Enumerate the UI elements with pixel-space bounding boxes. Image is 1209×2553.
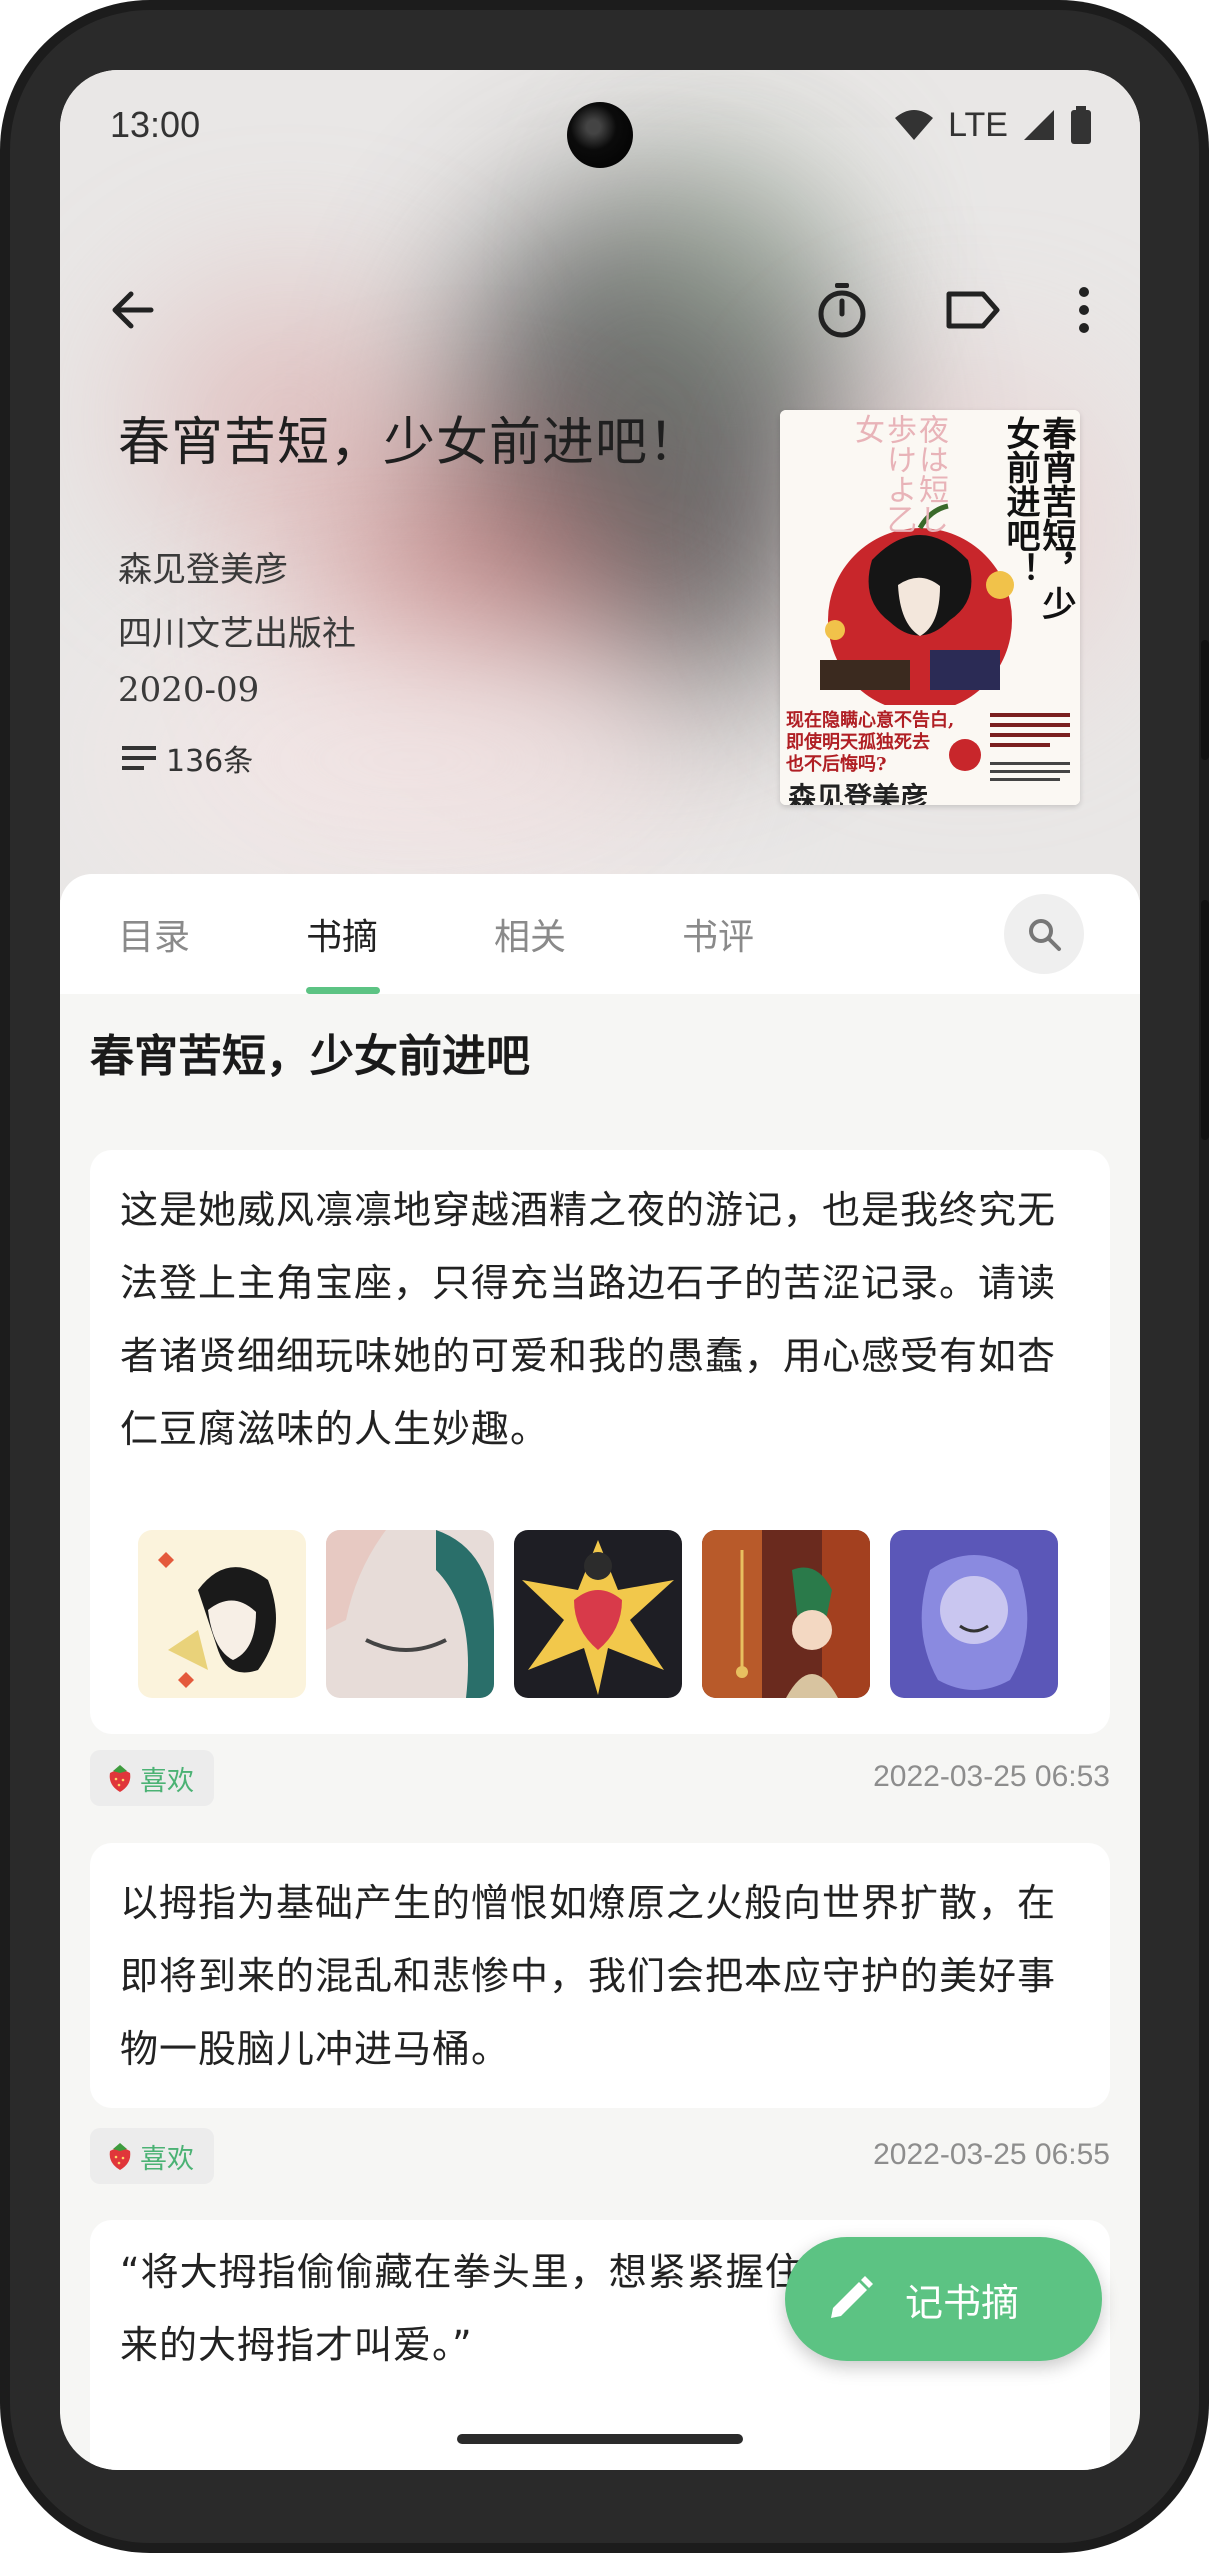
stopwatch-icon[interactable] — [806, 274, 878, 346]
excerpt-image[interactable] — [326, 1530, 494, 1698]
book-author[interactable]: 森见登美彦 — [118, 542, 288, 591]
tab-related[interactable]: 相关 — [494, 874, 566, 994]
tab-bar: 目录 书摘 相关 书评 — [60, 874, 1140, 994]
status-icons: LTE — [894, 106, 1092, 145]
side-button — [1201, 640, 1209, 760]
excerpt-card[interactable]: 这是她威风凛凛地穿越酒精之夜的游记，也是我终究无法登上主角宝座，只得充当路边石子… — [90, 1150, 1110, 1734]
volume-button — [1201, 900, 1209, 1140]
label-tag-icon[interactable] — [936, 274, 1008, 346]
book-title: 春宵苦短，少女前进吧！ — [118, 413, 702, 473]
toolbar — [60, 260, 1140, 360]
device-frame: 13:00 LTE 春宵苦短，少女前进吧！ 森见登美彦 四川文艺出版社 2020… — [0, 0, 1209, 2553]
cover-author: 森见登美彦 — [788, 781, 929, 805]
excerpt-image[interactable] — [514, 1530, 682, 1698]
more-vert-icon[interactable] — [1048, 274, 1120, 346]
excerpt-image[interactable] — [138, 1530, 306, 1698]
book-cover[interactable]: 春宵苦短，少女前进吧！ 夜は短し歩けよ乙女 现在隐瞒心意不告白, 即使明天孤独死… — [780, 410, 1080, 805]
network-type: LTE — [948, 105, 1008, 144]
strawberry-icon — [109, 1765, 131, 1792]
screen: 13:00 LTE 春宵苦短，少女前进吧！ 森见登美彦 四川文艺出版社 2020… — [60, 70, 1140, 2470]
section-title: 春宵苦短，少女前进吧 — [90, 1031, 530, 1082]
book-date: 2020-09 — [118, 670, 260, 710]
like-label: 喜欢 — [140, 2143, 194, 2175]
book-publisher: 四川文艺出版社 — [118, 614, 356, 654]
like-label: 喜欢 — [140, 1765, 194, 1797]
cover-blurb-line3: 也不后悔吗? — [786, 754, 887, 775]
like-badge[interactable]: 喜欢 — [90, 2128, 214, 2184]
like-badge[interactable]: 喜欢 — [90, 1750, 214, 1806]
signal-icon — [1024, 110, 1054, 140]
cover-title-vertical: 春宵苦短，少女前进吧！ — [1000, 416, 1076, 620]
excerpt-meta: 喜欢 2022-03-25 06:53 — [90, 1750, 1110, 1806]
excerpt-card[interactable]: 以拇指为基础产生的憎恨如燎原之火般向世界扩散，在即将到来的混乱和悲惨中，我们会把… — [90, 1843, 1110, 2108]
search-button[interactable] — [1004, 894, 1084, 974]
front-camera — [567, 102, 633, 168]
tab-excerpts[interactable]: 书摘 — [306, 874, 378, 994]
strawberry-icon — [109, 2143, 131, 2170]
excerpt-image[interactable] — [702, 1530, 870, 1698]
excerpt-timestamp: 2022-03-25 06:53 — [873, 1760, 1110, 1793]
excerpt-images — [138, 1530, 1058, 1698]
excerpt-timestamp: 2022-03-25 06:55 — [873, 2138, 1110, 2171]
home-indicator[interactable] — [457, 2434, 743, 2444]
add-excerpt-label: 记书摘 — [905, 2280, 1020, 2325]
status-time: 13:00 — [110, 104, 201, 145]
excerpt-count-label: 136条 — [166, 744, 254, 779]
excerpt-image[interactable] — [890, 1530, 1058, 1698]
add-excerpt-button[interactable]: 记书摘 — [785, 2237, 1102, 2361]
tab-catalog[interactable]: 目录 — [118, 874, 190, 994]
excerpt-meta: 喜欢 2022-03-25 06:55 — [90, 2128, 1110, 2184]
tab-indicator — [306, 987, 380, 994]
search-icon — [1029, 919, 1061, 951]
pencil-icon — [831, 2276, 873, 2318]
excerpt-text: 这是她威风凛凛地穿越酒精之夜的游记，也是我终究无法登上主角宝座，只得充当路边石子… — [120, 1188, 1057, 1451]
wifi-icon — [895, 110, 934, 140]
tab-reviews[interactable]: 书评 — [682, 874, 754, 994]
cover-japanese-title: 夜は短し歩けよ乙女 — [849, 414, 948, 534]
battery-icon — [1071, 106, 1091, 144]
arrow-left-icon[interactable] — [96, 274, 168, 346]
list-icon — [122, 746, 156, 770]
excerpt-count: 136条 — [122, 736, 253, 780]
excerpt-text: 以拇指为基础产生的憎恨如燎原之火般向世界扩散，在即将到来的混乱和悲惨中，我们会把… — [120, 1881, 1057, 2071]
